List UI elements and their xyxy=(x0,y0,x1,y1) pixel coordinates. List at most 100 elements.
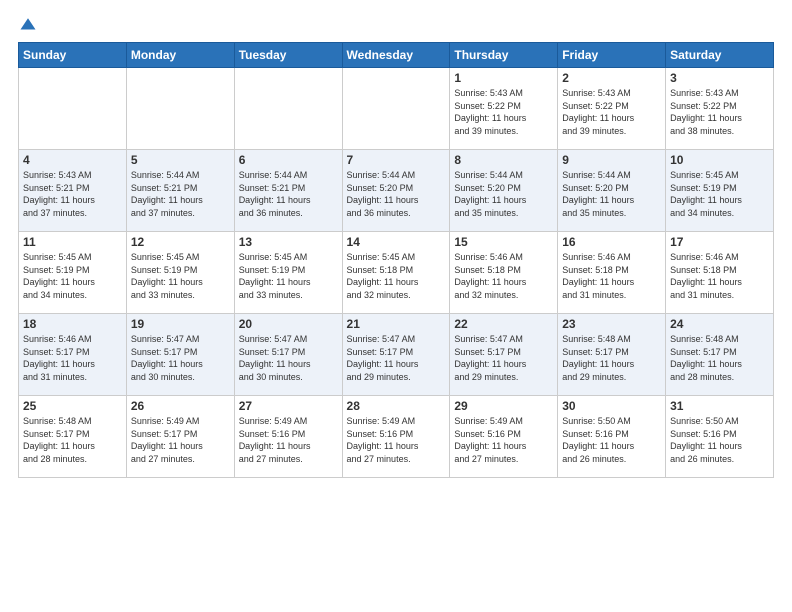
week-row-0: 1 Sunrise: 5:43 AM Sunset: 5:22 PM Daylig… xyxy=(19,68,774,150)
day-info: Sunrise: 5:48 AM Sunset: 5:17 PM Dayligh… xyxy=(23,415,122,465)
day-number: 6 xyxy=(239,153,338,167)
calendar-cell: 2Sunrise: 5:43 AM Sunset: 5:22 PM Daylig… xyxy=(558,68,666,150)
weekday-header-friday: Friday xyxy=(558,43,666,68)
calendar-cell: 15 Sunrise: 5:46 AM Sunset: 5:18 PM Dayli… xyxy=(450,232,558,314)
day-info: Sunrise: 5:45 AM Sunset: 5:19 PM Dayligh… xyxy=(239,251,338,301)
logo xyxy=(18,16,41,34)
calendar-cell: 21Sunrise: 5:47 AM Sunset: 5:17 PM Dayli… xyxy=(342,314,450,396)
weekday-header-row: SundayMondayTuesdayWednesdayThursdayFrid… xyxy=(19,43,774,68)
day-number: 29 xyxy=(454,399,553,413)
calendar-cell: 11 Sunrise: 5:45 AM Sunset: 5:19 PM Dayli… xyxy=(19,232,127,314)
week-row-1: 4 Sunrise: 5:43 AM Sunset: 5:21 PM Daylig… xyxy=(19,150,774,232)
day-number: 14 xyxy=(347,235,446,249)
week-row-4: 25 Sunrise: 5:48 AM Sunset: 5:17 PM Dayli… xyxy=(19,396,774,478)
calendar-cell: 6 Sunrise: 5:44 AM Sunset: 5:21 PM Daylig… xyxy=(234,150,342,232)
day-info: Sunrise: 5:44 AM Sunset: 5:20 PM Dayligh… xyxy=(347,169,446,219)
day-number: 26 xyxy=(131,399,230,413)
calendar-cell xyxy=(126,68,234,150)
day-number: 18 xyxy=(23,317,122,331)
calendar-cell: 9 Sunrise: 5:44 AM Sunset: 5:20 PM Daylig… xyxy=(558,150,666,232)
calendar-cell: 10 Sunrise: 5:45 AM Sunset: 5:19 PM Dayli… xyxy=(666,150,774,232)
calendar-cell: 29 Sunrise: 5:49 AM Sunset: 5:16 PM Dayli… xyxy=(450,396,558,478)
day-number: 16 xyxy=(562,235,661,249)
weekday-header-saturday: Saturday xyxy=(666,43,774,68)
day-info: Sunrise: 5:49 AM Sunset: 5:17 PM Dayligh… xyxy=(131,415,230,465)
calendar-cell: 17 Sunrise: 5:46 AM Sunset: 5:18 PM Dayli… xyxy=(666,232,774,314)
calendar-cell: 26 Sunrise: 5:49 AM Sunset: 5:17 PM Dayli… xyxy=(126,396,234,478)
day-info: Sunrise: 5:43 AM Sunset: 5:22 PM Dayligh… xyxy=(670,87,769,137)
day-number: 1 xyxy=(454,71,553,85)
day-number: 27 xyxy=(239,399,338,413)
weekday-header-tuesday: Tuesday xyxy=(234,43,342,68)
day-number: 11 xyxy=(23,235,122,249)
day-info: Sunrise: 5:49 AM Sunset: 5:16 PM Dayligh… xyxy=(454,415,553,465)
day-info: Sunrise: 5:44 AM Sunset: 5:21 PM Dayligh… xyxy=(239,169,338,219)
day-number: 24 xyxy=(670,317,769,331)
day-info: Sunrise: 5:50 AM Sunset: 5:16 PM Dayligh… xyxy=(670,415,769,465)
day-number: 5 xyxy=(131,153,230,167)
day-number: 3 xyxy=(670,71,769,85)
day-number: 8 xyxy=(454,153,553,167)
calendar-cell: 5 Sunrise: 5:44 AM Sunset: 5:21 PM Daylig… xyxy=(126,150,234,232)
day-info: Sunrise: 5:45 AM Sunset: 5:19 PM Dayligh… xyxy=(670,169,769,219)
calendar-cell: 12Sunrise: 5:45 AM Sunset: 5:19 PM Dayli… xyxy=(126,232,234,314)
weekday-header-monday: Monday xyxy=(126,43,234,68)
calendar-cell: 19Sunrise: 5:47 AM Sunset: 5:17 PM Dayli… xyxy=(126,314,234,396)
day-number: 7 xyxy=(347,153,446,167)
week-row-2: 11 Sunrise: 5:45 AM Sunset: 5:19 PM Dayli… xyxy=(19,232,774,314)
week-row-3: 18 Sunrise: 5:46 AM Sunset: 5:17 PM Dayli… xyxy=(19,314,774,396)
day-info: Sunrise: 5:47 AM Sunset: 5:17 PM Dayligh… xyxy=(454,333,553,383)
day-info: Sunrise: 5:46 AM Sunset: 5:17 PM Dayligh… xyxy=(23,333,122,383)
calendar-cell: 23 Sunrise: 5:48 AM Sunset: 5:17 PM Dayli… xyxy=(558,314,666,396)
day-number: 9 xyxy=(562,153,661,167)
day-number: 2 xyxy=(562,71,661,85)
day-info: Sunrise: 5:49 AM Sunset: 5:16 PM Dayligh… xyxy=(239,415,338,465)
page: SundayMondayTuesdayWednesdayThursdayFrid… xyxy=(0,0,792,612)
day-info: Sunrise: 5:44 AM Sunset: 5:21 PM Dayligh… xyxy=(131,169,230,219)
day-info: Sunrise: 5:44 AM Sunset: 5:20 PM Dayligh… xyxy=(562,169,661,219)
calendar-cell: 8 Sunrise: 5:44 AM Sunset: 5:20 PM Daylig… xyxy=(450,150,558,232)
day-info: Sunrise: 5:46 AM Sunset: 5:18 PM Dayligh… xyxy=(670,251,769,301)
day-info: Sunrise: 5:46 AM Sunset: 5:18 PM Dayligh… xyxy=(454,251,553,301)
calendar-cell: 4 Sunrise: 5:43 AM Sunset: 5:21 PM Daylig… xyxy=(19,150,127,232)
day-info: Sunrise: 5:45 AM Sunset: 5:19 PM Dayligh… xyxy=(23,251,122,301)
calendar-cell: 27 Sunrise: 5:49 AM Sunset: 5:16 PM Dayli… xyxy=(234,396,342,478)
calendar-cell: 24 Sunrise: 5:48 AM Sunset: 5:17 PM Dayli… xyxy=(666,314,774,396)
day-info: Sunrise: 5:48 AM Sunset: 5:17 PM Dayligh… xyxy=(670,333,769,383)
weekday-header-thursday: Thursday xyxy=(450,43,558,68)
calendar-cell: 28 Sunrise: 5:49 AM Sunset: 5:16 PM Dayli… xyxy=(342,396,450,478)
weekday-header-sunday: Sunday xyxy=(19,43,127,68)
day-number: 4 xyxy=(23,153,122,167)
day-number: 30 xyxy=(562,399,661,413)
calendar-cell: 31 Sunrise: 5:50 AM Sunset: 5:16 PM Dayli… xyxy=(666,396,774,478)
day-number: 10 xyxy=(670,153,769,167)
day-info: Sunrise: 5:46 AM Sunset: 5:18 PM Dayligh… xyxy=(562,251,661,301)
day-number: 17 xyxy=(670,235,769,249)
day-info: Sunrise: 5:50 AM Sunset: 5:16 PM Dayligh… xyxy=(562,415,661,465)
day-info: Sunrise: 5:43 AM Sunset: 5:21 PM Dayligh… xyxy=(23,169,122,219)
day-info: Sunrise: 5:47 AM Sunset: 5:17 PM Dayligh… xyxy=(239,333,338,383)
calendar-cell: 25 Sunrise: 5:48 AM Sunset: 5:17 PM Dayli… xyxy=(19,396,127,478)
day-info: Sunrise: 5:45 AM Sunset: 5:18 PM Dayligh… xyxy=(347,251,446,301)
day-number: 31 xyxy=(670,399,769,413)
header xyxy=(18,16,774,34)
calendar-cell: 7 Sunrise: 5:44 AM Sunset: 5:20 PM Daylig… xyxy=(342,150,450,232)
day-info: Sunrise: 5:47 AM Sunset: 5:17 PM Dayligh… xyxy=(347,333,446,383)
day-number: 25 xyxy=(23,399,122,413)
weekday-header-wednesday: Wednesday xyxy=(342,43,450,68)
day-info: Sunrise: 5:49 AM Sunset: 5:16 PM Dayligh… xyxy=(347,415,446,465)
day-number: 13 xyxy=(239,235,338,249)
day-number: 28 xyxy=(347,399,446,413)
day-number: 20 xyxy=(239,317,338,331)
day-info: Sunrise: 5:48 AM Sunset: 5:17 PM Dayligh… xyxy=(562,333,661,383)
calendar-cell: 16 Sunrise: 5:46 AM Sunset: 5:18 PM Dayli… xyxy=(558,232,666,314)
day-number: 22 xyxy=(454,317,553,331)
day-number: 15 xyxy=(454,235,553,249)
day-info: Sunrise: 5:44 AM Sunset: 5:20 PM Dayligh… xyxy=(454,169,553,219)
day-number: 23 xyxy=(562,317,661,331)
calendar-cell xyxy=(342,68,450,150)
logo-icon xyxy=(19,16,37,34)
calendar-cell: 1Sunrise: 5:43 AM Sunset: 5:22 PM Daylig… xyxy=(450,68,558,150)
calendar-table: SundayMondayTuesdayWednesdayThursdayFrid… xyxy=(18,42,774,478)
calendar-cell: 18 Sunrise: 5:46 AM Sunset: 5:17 PM Dayli… xyxy=(19,314,127,396)
